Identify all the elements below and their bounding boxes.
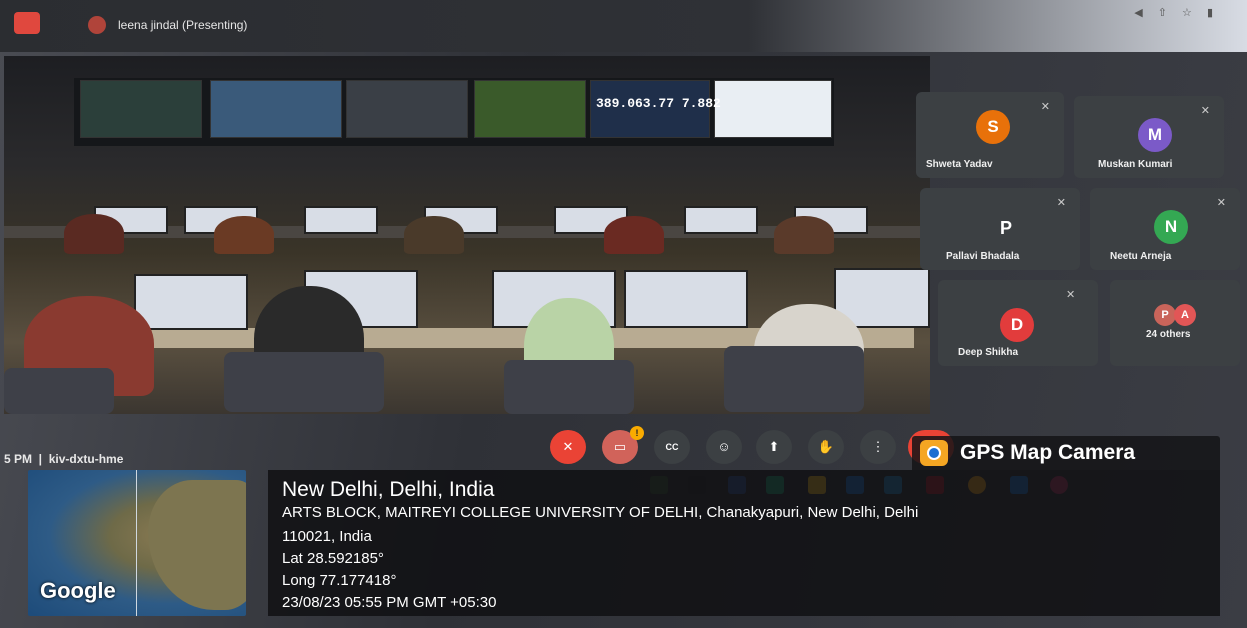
participant-name: Neetu Arneja: [1110, 251, 1172, 262]
timestamp: 23/08/23 05:55 PM GMT +05:30: [282, 594, 497, 611]
participant-tile[interactable]: ✕ D Deep Shikha: [938, 280, 1098, 366]
mic-off-icon: ✕: [1200, 105, 1210, 117]
participant-name: Pallavi Bhadala: [946, 251, 1020, 262]
avatar: P: [1154, 304, 1176, 326]
gps-app-title: GPS Map Camera: [960, 441, 1136, 464]
map-landmass: [148, 480, 246, 610]
browser-toolbar-icons[interactable]: ◀ ⇧ ☆ ▮: [1134, 6, 1219, 19]
mic-off-icon: ✕: [1040, 101, 1050, 113]
avatar: D: [1000, 308, 1034, 342]
chair: [4, 368, 114, 414]
presenter-label: leena jindal (Presenting): [118, 18, 248, 32]
velocity-readout: 389.063.77 7.882: [596, 96, 721, 111]
monitor: [684, 206, 758, 234]
longitude: Long 77.177418°: [282, 572, 397, 589]
monitor: [134, 274, 248, 330]
monitor: [304, 206, 378, 234]
map-meridian: [136, 470, 137, 616]
participant-name: Muskan Kumari: [1098, 159, 1173, 170]
meet-top-bar: leena jindal (Presenting) ◀ ⇧ ☆ ▮: [0, 0, 1247, 52]
participant-tile[interactable]: ✕ M Muskan Kumari: [1074, 96, 1224, 178]
address-line-1: ARTS BLOCK, MAITREYI COLLEGE UNIVERSITY …: [282, 504, 919, 521]
wall-panel: [80, 80, 202, 138]
participant-name: Deep Shikha: [958, 347, 1019, 358]
emoji-button[interactable]: ☺: [706, 430, 742, 464]
participant-tile[interactable]: ✕ S Shweta Yadav: [916, 92, 1064, 178]
avatar: M: [1138, 118, 1172, 152]
mic-off-icon: ✕: [1056, 197, 1066, 209]
address-line-2: 110021, India: [282, 528, 372, 545]
chair: [724, 346, 864, 412]
meeting-info: 5 PM | kiv-dxtu-hme: [4, 452, 124, 466]
participant-tile[interactable]: ✕ N Neetu Arneja: [1090, 188, 1240, 270]
alert-badge: !: [630, 426, 644, 440]
presenter-avatar: [88, 16, 106, 34]
mic-off-icon: ✕: [1216, 197, 1226, 209]
person: [214, 216, 274, 254]
raise-hand-button[interactable]: ✋: [808, 430, 844, 464]
mic-toggle-button[interactable]: ✕: [550, 430, 586, 464]
others-tile[interactable]: P A 24 others: [1110, 280, 1240, 366]
others-count: 24 others: [1146, 329, 1191, 340]
avatar: N: [1154, 210, 1188, 244]
wall-panel: [346, 80, 468, 138]
present-button[interactable]: ⬆: [756, 430, 792, 464]
person: [64, 214, 124, 254]
location-info: New Delhi, Delhi, India ARTS BLOCK, MAIT…: [268, 470, 1220, 616]
wall-panel: [474, 80, 586, 138]
google-logo: Google: [40, 578, 116, 603]
participant-name: Shweta Yadav: [926, 159, 993, 170]
chair: [504, 360, 634, 414]
monitor: [624, 270, 748, 328]
participant-tile[interactable]: ✕ P Pallavi Bhadala: [920, 188, 1080, 270]
wall-panel: [210, 80, 342, 138]
avatar: P: [1000, 218, 1013, 238]
captions-icon: CC: [665, 442, 679, 452]
shared-screen: 389.063.77 7.882: [4, 56, 930, 414]
chair: [224, 352, 384, 412]
avatar: A: [1174, 304, 1196, 326]
captions-button[interactable]: CC: [654, 430, 690, 464]
avatar: S: [976, 110, 1010, 144]
person: [604, 216, 664, 254]
meeting-code: kiv-dxtu-hme: [48, 452, 124, 466]
wall-panel: [714, 80, 832, 138]
recording-icon: [14, 12, 40, 34]
person: [774, 216, 834, 254]
more-options-button[interactable]: ⋮: [860, 430, 896, 464]
gps-app-tag: GPS Map Camera: [912, 436, 1220, 470]
mic-off-icon: ✕: [1066, 289, 1076, 301]
location-map: Google: [28, 470, 246, 616]
latitude: Lat 28.592185°: [282, 550, 384, 567]
person: [404, 216, 464, 254]
location-city: New Delhi, Delhi, India: [282, 478, 495, 501]
meeting-time: 5 PM: [4, 452, 33, 466]
gps-camera-icon: [920, 440, 948, 466]
video-wall: [74, 78, 834, 146]
